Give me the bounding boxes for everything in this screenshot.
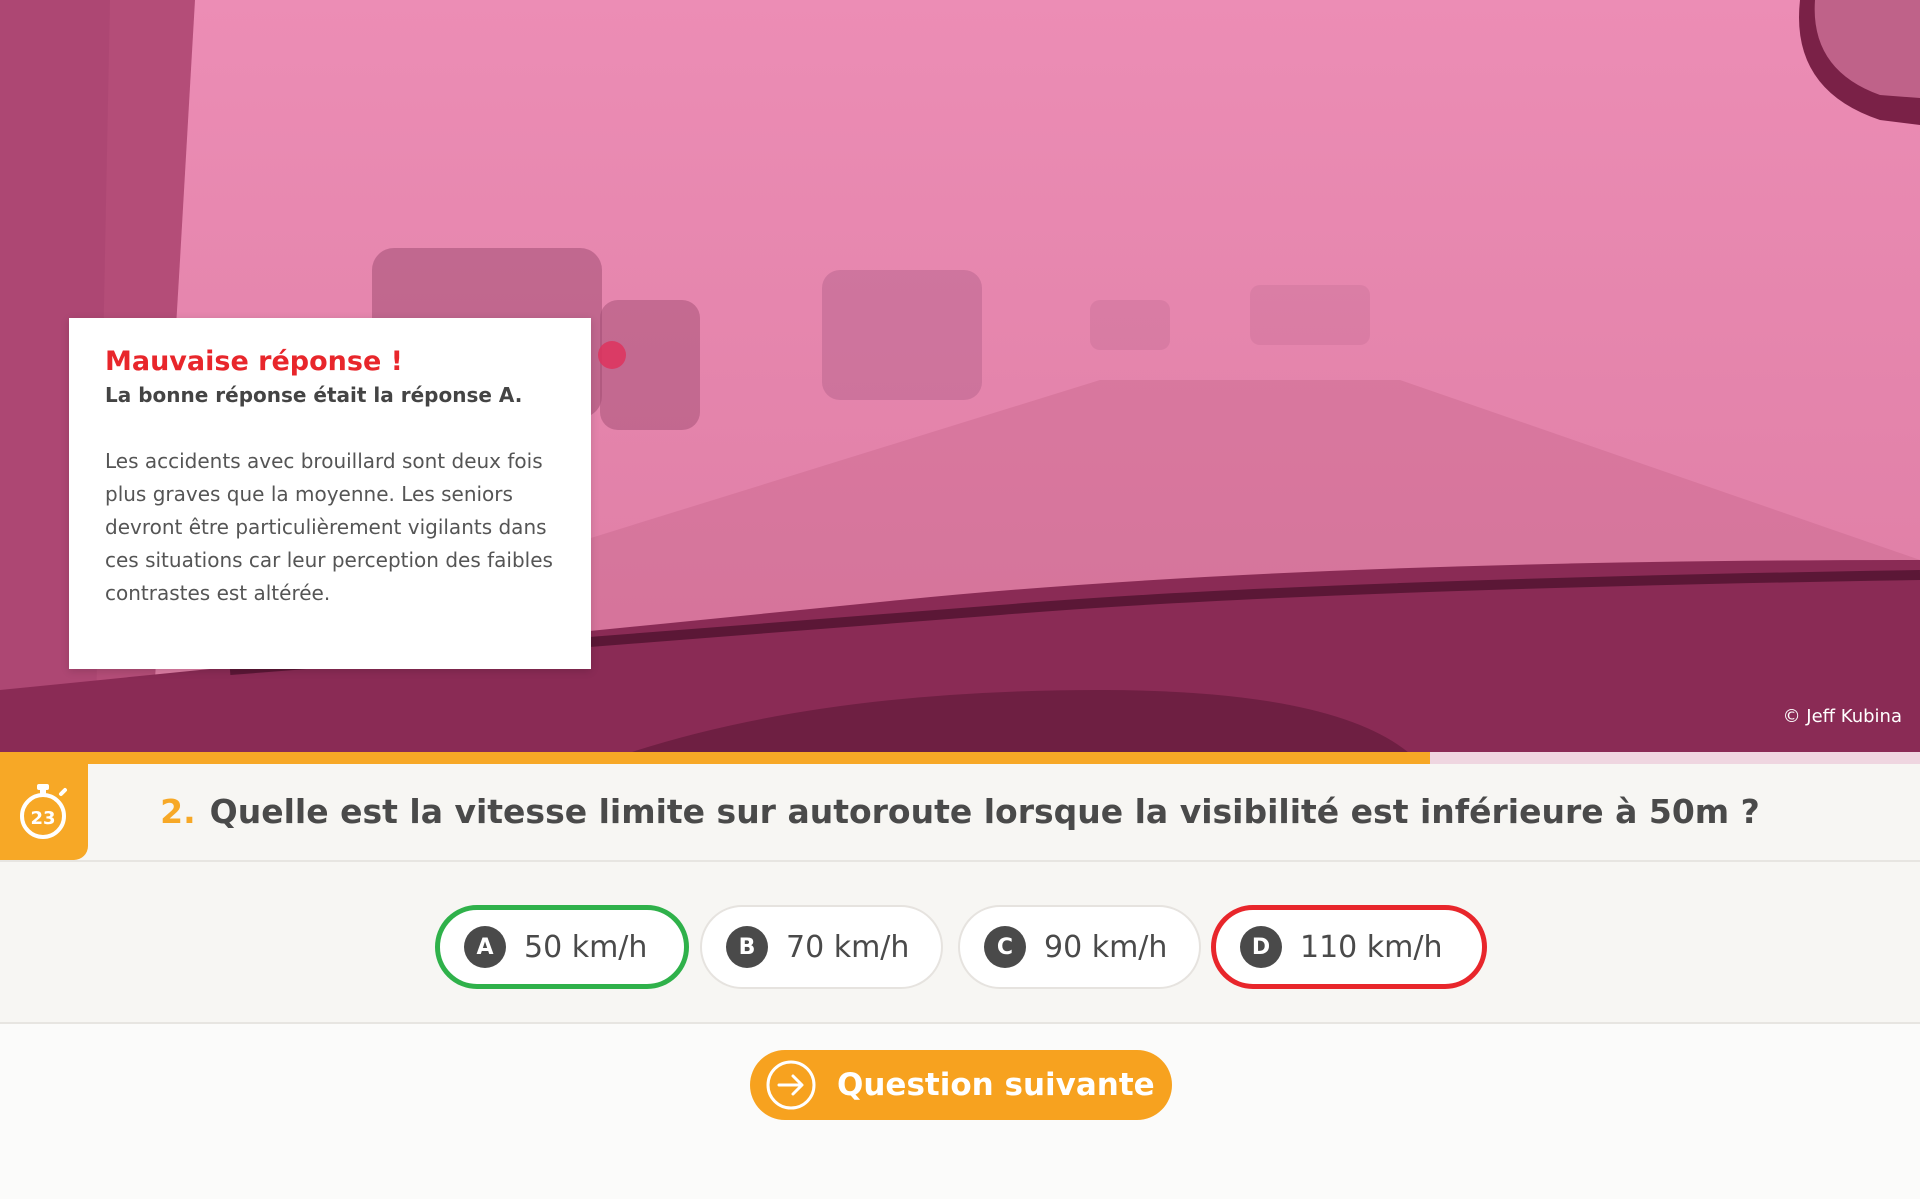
answer-text: 90 km/h [1044,929,1168,965]
next-question-label: Question suivante [837,1067,1155,1103]
answer-letter: D [1240,926,1282,968]
question-label: Quelle est la vitesse limite sur autorou… [209,792,1760,831]
answer-text: 50 km/h [524,929,648,965]
answer-option-d[interactable]: D 110 km/h [1211,905,1487,989]
answer-text: 110 km/h [1300,929,1443,965]
arrow-right-circle-icon [766,1060,816,1110]
feedback-explanation: Les accidents avec brouillard sont deux … [105,449,553,605]
question-text: 2. Quelle est la vitesse limite sur autor… [0,764,1920,860]
photo-credit: © Jeff Kubina [1782,706,1902,727]
answer-option-c[interactable]: C 90 km/h [958,905,1201,989]
feedback-title: Mauvaise réponse ! [105,346,403,377]
feedback-panel: Mauvaise réponse ! La bonne réponse étai… [69,318,591,669]
next-question-button[interactable]: Question suivante [750,1050,1172,1120]
quiz-page: Mauvaise réponse ! La bonne réponse étai… [0,0,1920,1199]
answer-option-a[interactable]: A 50 km/h [435,905,689,989]
answer-text: 70 km/h [786,929,910,965]
answer-letter: B [726,926,768,968]
question-number: 2. [160,792,196,831]
timer-badge: 23 [0,764,88,860]
stopwatch-icon: 23 [20,784,67,839]
progress-fill [0,752,1431,764]
question-photo: Mauvaise réponse ! La bonne réponse étai… [0,0,1920,763]
answer-option-b[interactable]: B 70 km/h [700,905,943,989]
answers-row: A 50 km/h B 70 km/h C 90 km/h D 110 km/h [0,862,1920,1024]
feedback-subtitle: La bonne réponse était la réponse A. [105,383,523,407]
progress-bar [0,752,1920,764]
question-row: 2. Quelle est la vitesse limite sur autor… [0,764,1920,862]
answer-letter: A [464,926,506,968]
timer-value: 23 [30,808,55,829]
answer-letter: C [984,926,1026,968]
